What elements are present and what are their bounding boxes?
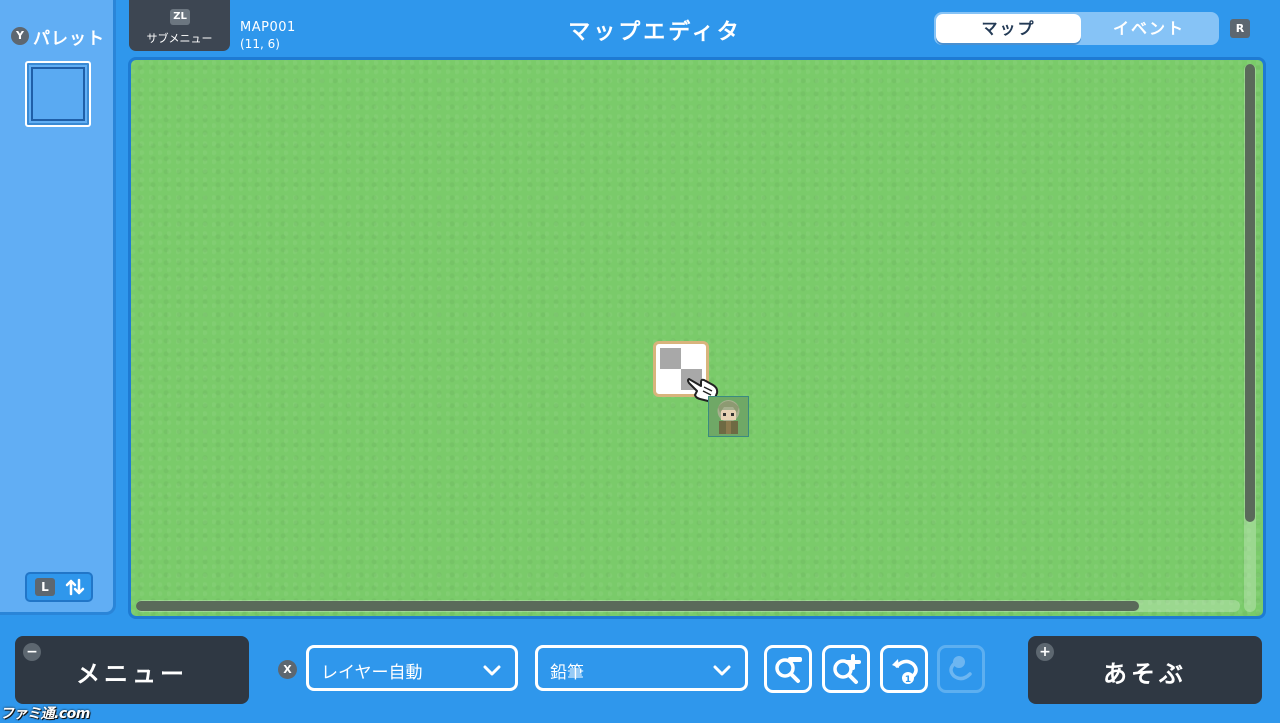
tab-map[interactable]: マップ — [936, 14, 1081, 43]
palette-selected-tile[interactable] — [25, 61, 91, 127]
layer-select[interactable]: レイヤー自動 — [306, 645, 518, 691]
mode-tabs: マップ イベント — [934, 12, 1219, 45]
palette-button-badge: Y — [11, 27, 29, 45]
layer-select-value: レイヤー自動 — [321, 663, 423, 683]
layer-badge: X — [278, 660, 297, 679]
zoom-out-button[interactable] — [764, 645, 812, 693]
character-event[interactable] — [708, 396, 749, 437]
watermark: ファミ通.com — [0, 706, 90, 722]
cursor-coordinate: (11, 6) — [240, 37, 280, 51]
page-title: マップエディタ — [568, 20, 742, 45]
redo-icon — [946, 654, 978, 690]
zoom-in-button[interactable] — [822, 645, 870, 693]
chevron-down-icon — [713, 662, 731, 681]
tab-switch-badge: R — [1230, 19, 1250, 38]
zoom-in-icon — [831, 654, 863, 690]
zoom-out-icon — [773, 654, 805, 690]
palette-layer-switch[interactable]: L — [25, 572, 93, 602]
svg-text:1: 1 — [905, 675, 911, 685]
tool-select-value: 鉛筆 — [550, 663, 584, 683]
vertical-scrollbar-thumb[interactable] — [1245, 64, 1255, 522]
palette-title[interactable]: パレット — [33, 24, 105, 49]
menu-label: メニュー — [76, 660, 188, 688]
tool-select[interactable]: 鉛筆 — [535, 645, 748, 691]
swap-vertical-icon — [65, 577, 85, 601]
play-button[interactable]: + あそぶ — [1028, 636, 1262, 704]
submenu-badge: ZL — [170, 9, 190, 25]
play-label: あそぶ — [1103, 660, 1187, 688]
redo-button — [937, 645, 985, 693]
horizontal-scrollbar-thumb[interactable] — [136, 601, 1139, 611]
undo-icon: 1 — [889, 654, 921, 690]
submenu-button[interactable]: ZL サブメニュー — [129, 0, 230, 51]
map-id: MAP001 — [240, 20, 296, 35]
menu-button[interactable]: − メニュー — [15, 636, 249, 704]
undo-button[interactable]: 1 — [880, 645, 928, 693]
map-canvas[interactable] — [128, 57, 1266, 619]
tab-event[interactable]: イベント — [1081, 14, 1217, 43]
palette-switch-badge: L — [35, 578, 55, 596]
chevron-down-icon — [483, 662, 501, 681]
submenu-label: サブメニュー — [146, 32, 213, 45]
